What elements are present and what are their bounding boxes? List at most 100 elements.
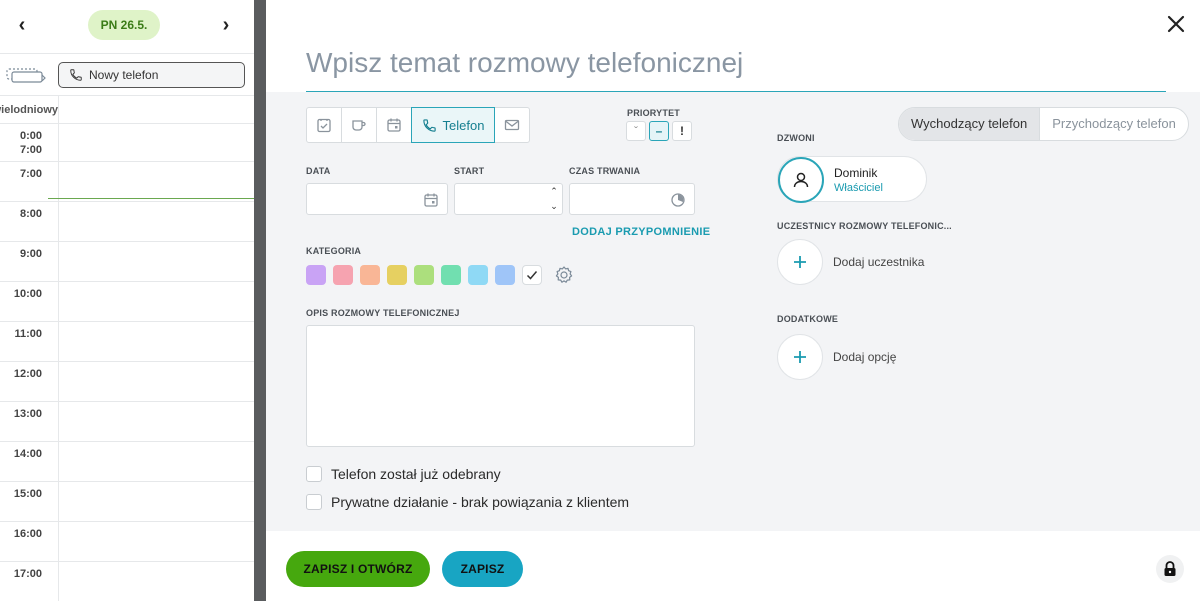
coffee-cup-icon (352, 120, 366, 131)
answered-checkbox[interactable]: Telefon został już odebrany (306, 466, 501, 482)
category-color-swatch[interactable] (441, 265, 461, 285)
priority-low-button[interactable]: ˇ (626, 121, 646, 141)
current-date-pill[interactable]: PN 26.5. (88, 10, 160, 40)
priority-high-button[interactable]: ! (672, 121, 692, 141)
start-time-field[interactable]: ⌃ ⌄ (454, 183, 563, 215)
answered-checkbox-label: Telefon został już odebrany (331, 466, 501, 482)
category-color-swatch[interactable] (468, 265, 488, 285)
clock-icon (671, 193, 685, 207)
close-icon[interactable] (1166, 14, 1186, 34)
category-color-swatch[interactable] (333, 265, 353, 285)
time-row[interactable]: 15:00 (0, 482, 254, 522)
lock-icon (1164, 561, 1176, 576)
time-label: 14:00 (13, 448, 42, 460)
caller-name: Dominik (834, 166, 878, 180)
private-checkbox[interactable]: Prywatne działanie - brak powiązania z k… (306, 494, 629, 510)
priority-label: PRIORYTET (627, 108, 680, 118)
category-color-swatch[interactable] (387, 265, 407, 285)
time-label: 7:00 (19, 168, 42, 180)
time-row[interactable]: 9:00 (0, 242, 254, 282)
time-row[interactable]: 13:00 (0, 402, 254, 442)
checkbox-box[interactable] (306, 494, 322, 510)
private-checkbox-label: Prywatne działanie - brak powiązania z k… (331, 494, 630, 510)
incoming-call-option[interactable]: Przychodzący telefon (1040, 108, 1188, 140)
checkbox-box[interactable] (306, 466, 322, 482)
time-stepper: ⌃ ⌄ (546, 184, 562, 214)
phone-icon (70, 69, 82, 81)
add-option-label[interactable]: Dodaj opcję (833, 350, 896, 364)
add-option-button[interactable] (777, 334, 823, 380)
time-label: 15:00 (13, 488, 42, 500)
time-row[interactable]: 0:00 7:00 (0, 124, 254, 162)
type-email-button[interactable] (494, 107, 530, 143)
date-field[interactable] (306, 183, 448, 215)
category-label: KATEGORIA (306, 246, 362, 256)
category-color-swatch[interactable] (306, 265, 326, 285)
outgoing-call-option[interactable]: Wychodzący telefon (899, 108, 1041, 140)
time-label: 17:00 (13, 568, 42, 580)
category-color-swatch[interactable] (360, 265, 380, 285)
time-row[interactable]: 11:00 (0, 322, 254, 362)
prev-day-button[interactable]: ‹ (12, 15, 32, 35)
calendar-icon[interactable] (423, 192, 439, 208)
current-time-line (48, 198, 254, 199)
time-row[interactable]: 10:00 (0, 282, 254, 322)
task-check-icon (317, 118, 331, 133)
type-phone-label: Telefon (442, 117, 485, 133)
allday-row: Celodenní / wielodniowy (0, 96, 254, 124)
type-task-button[interactable] (306, 107, 342, 143)
calendar-nav: ‹ PN 26.5. › (0, 0, 254, 54)
save-and-open-button[interactable]: ZAPISZ I OTWÓRZ (286, 551, 430, 587)
save-button[interactable]: ZAPISZ (442, 551, 523, 587)
user-icon (793, 172, 809, 188)
time-label: 9:00 (19, 248, 42, 260)
priority-selector: ˇ – ! (626, 121, 692, 141)
chevron-down-icon[interactable]: ⌄ (546, 199, 562, 214)
avatar (778, 157, 824, 203)
description-label: OPIS ROZMOWY TELEFONICZNEJ (306, 308, 460, 318)
call-subject-input[interactable] (306, 20, 1166, 92)
time-row[interactable]: 14:00 (0, 442, 254, 482)
add-participant-button[interactable] (777, 239, 823, 285)
time-row[interactable]: 7:00 (0, 162, 254, 202)
type-event-button[interactable] (376, 107, 412, 143)
plus-icon (794, 351, 806, 363)
time-label: 12:00 (13, 368, 42, 380)
time-row[interactable]: 16:00 (0, 522, 254, 562)
calendar-icon (387, 118, 401, 132)
type-phone-button[interactable]: Telefon (411, 107, 495, 143)
caller-chip[interactable]: Dominik Właściciel (777, 156, 927, 203)
time-row[interactable]: 17:00 (0, 562, 254, 601)
modal-body: Telefon PRIORYTET ˇ – ! DATA START ⌃ ⌄ C… (266, 92, 1200, 531)
participants-label: UCZESTNICY ROZMOWY TELEFONIC... (777, 221, 952, 231)
category-color-swatch[interactable] (495, 265, 515, 285)
phone-icon (422, 118, 436, 132)
category-color-swatch[interactable] (414, 265, 434, 285)
time-row[interactable]: 12:00 (0, 362, 254, 402)
time-label: 8:00 (19, 208, 42, 220)
type-meeting-button[interactable] (341, 107, 377, 143)
duration-field[interactable] (569, 183, 695, 215)
category-none-swatch[interactable] (522, 265, 542, 285)
call-direction-toggle: Wychodzący telefon Przychodzący telefon (898, 107, 1189, 141)
modal-overlay-edge (254, 0, 266, 601)
gear-icon[interactable] (554, 265, 574, 285)
allday-label: Celodenní / wielodniowy (0, 104, 58, 116)
extra-label: DODATKOWE (777, 314, 839, 324)
envelope-icon (504, 119, 520, 131)
time-row[interactable]: 8:00 (0, 202, 254, 242)
description-textarea[interactable] (306, 325, 695, 447)
view-toggle-icon[interactable] (6, 66, 48, 84)
new-phone-label: Nowy telefon (89, 68, 159, 82)
add-reminder-link[interactable]: DODAJ PRZYPOMNIENIE (572, 226, 710, 238)
time-label: 16:00 (13, 528, 42, 540)
category-color-picker (306, 265, 574, 285)
new-phone-button[interactable]: Nowy telefon (58, 62, 245, 88)
next-day-button[interactable]: › (216, 15, 236, 35)
add-participant-label[interactable]: Dodaj uczestnika (833, 255, 924, 269)
time-label: 13:00 (13, 408, 42, 420)
lock-button[interactable] (1156, 555, 1184, 583)
priority-normal-button[interactable]: – (649, 121, 669, 141)
chevron-up-icon[interactable]: ⌃ (546, 184, 562, 199)
duration-label: CZAS TRWANIA (569, 166, 641, 176)
